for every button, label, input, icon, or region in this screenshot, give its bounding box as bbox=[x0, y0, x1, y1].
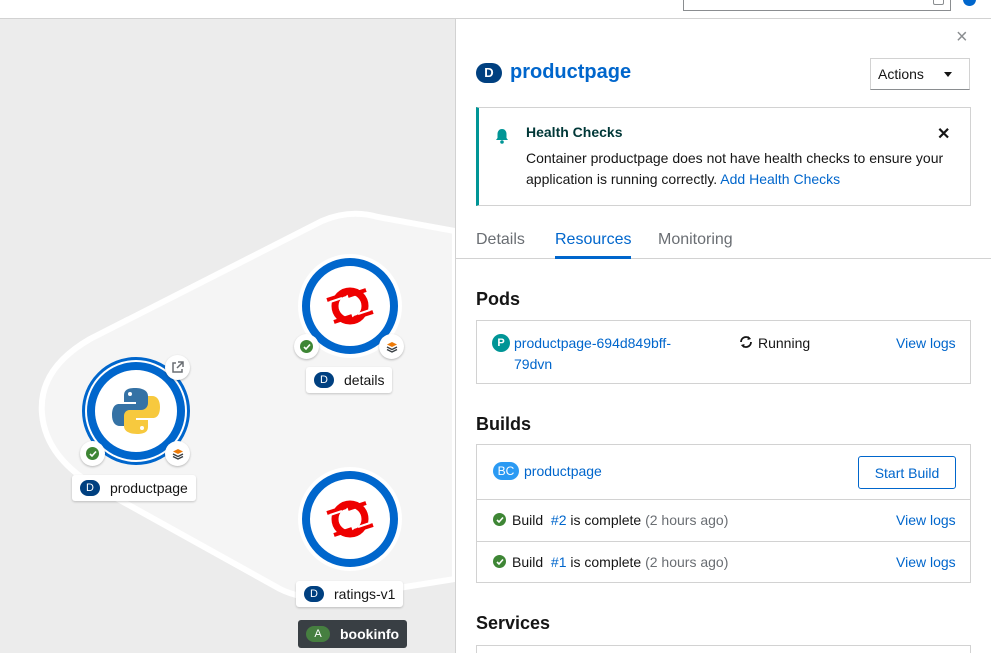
python-icon bbox=[112, 388, 160, 434]
view-logs-link[interactable]: View logs bbox=[896, 333, 956, 354]
services-list bbox=[476, 645, 971, 653]
pod-badge: P bbox=[492, 334, 510, 352]
tab-resources[interactable]: Resources bbox=[555, 231, 632, 259]
node-label-details[interactable]: D details bbox=[306, 367, 393, 393]
alert-title: Health Checks bbox=[526, 124, 623, 140]
table-row: Build #2 is complete (2 hours ago) View … bbox=[477, 499, 970, 542]
search-input[interactable] bbox=[683, 0, 951, 11]
buildconfig-name-link[interactable]: productpage bbox=[524, 463, 602, 479]
build-prefix: Build bbox=[512, 554, 544, 570]
build-status: is complete bbox=[570, 512, 642, 528]
application-badge: A bbox=[306, 626, 330, 642]
health-checks-alert: Health Checks Container productpage does… bbox=[476, 107, 971, 206]
add-health-checks-link[interactable]: Add Health Checks bbox=[720, 171, 840, 187]
close-panel-icon[interactable]: × bbox=[956, 27, 968, 47]
resource-name-link[interactable]: productpage bbox=[510, 61, 631, 84]
bell-icon bbox=[496, 129, 508, 144]
node-label-ratings-v1[interactable]: D ratings-v1 bbox=[296, 581, 404, 607]
actions-label: Actions bbox=[878, 66, 924, 82]
list-item: P productpage-694d849bff- 79dvn Running … bbox=[477, 333, 970, 373]
link-out-icon[interactable] bbox=[165, 355, 190, 380]
build-success-icon[interactable] bbox=[294, 334, 319, 359]
builds-list: BC productpage Start Build Build #2 is c… bbox=[476, 444, 971, 583]
application-name: bookinfo bbox=[340, 626, 400, 642]
deployment-badge: D bbox=[314, 372, 334, 388]
panel-tabs: Details Resources Monitoring bbox=[456, 224, 991, 259]
table-row: Build #1 is complete (2 hours ago) View … bbox=[477, 541, 970, 583]
build-number-link[interactable]: #1 bbox=[551, 554, 567, 570]
build-age: (2 hours ago) bbox=[645, 554, 729, 570]
openshift-icon bbox=[323, 492, 377, 546]
deployment-badge: D bbox=[80, 480, 100, 496]
tab-monitoring[interactable]: Monitoring bbox=[658, 231, 733, 259]
node-name: details bbox=[344, 372, 385, 388]
check-circle-icon bbox=[493, 555, 506, 568]
pods-list: P productpage-694d849bff- 79dvn Running … bbox=[476, 320, 971, 384]
check-circle-icon bbox=[493, 513, 506, 526]
ratings-v1-node[interactable] bbox=[298, 467, 402, 571]
node-name: productpage bbox=[110, 480, 188, 496]
actions-dropdown[interactable]: Actions bbox=[870, 58, 970, 90]
pod-status: Running bbox=[758, 335, 811, 351]
tab-details[interactable]: Details bbox=[476, 231, 525, 259]
list-item: BC productpage Start Build bbox=[477, 445, 970, 500]
alert-body: Container productpage does not have heal… bbox=[526, 148, 956, 190]
help-icon[interactable] bbox=[963, 0, 976, 6]
node-name: ratings-v1 bbox=[334, 586, 396, 602]
deployment-badge: D bbox=[304, 586, 324, 602]
services-heading: Services bbox=[476, 613, 551, 633]
build-prefix: Build bbox=[512, 512, 544, 528]
buildconfig-badge: BC bbox=[493, 462, 519, 480]
masthead bbox=[0, 0, 991, 19]
view-logs-link[interactable]: View logs bbox=[896, 554, 956, 570]
sync-icon bbox=[740, 336, 752, 348]
pod-name-link[interactable]: productpage-694d849bff- 79dvn bbox=[514, 333, 671, 375]
filter-checkbox[interactable] bbox=[933, 0, 944, 5]
view-logs-link[interactable]: View logs bbox=[896, 512, 956, 528]
source-code-icon[interactable] bbox=[379, 334, 404, 359]
build-success-icon[interactable] bbox=[80, 441, 105, 466]
source-code-icon[interactable] bbox=[165, 441, 190, 466]
topology-canvas[interactable]: D productpage D details D ratings-v1 A b… bbox=[0, 19, 455, 653]
pods-heading: Pods bbox=[476, 289, 521, 309]
openshift-icon bbox=[323, 279, 377, 333]
close-icon[interactable]: ✕ bbox=[937, 124, 950, 144]
builds-heading: Builds bbox=[476, 414, 532, 434]
build-number-link[interactable]: #2 bbox=[551, 512, 567, 528]
pod-name-line1: productpage-694d849bff- bbox=[514, 335, 671, 351]
pod-name-line2: 79dvn bbox=[514, 356, 553, 372]
build-status: is complete bbox=[570, 554, 642, 570]
build-age: (2 hours ago) bbox=[645, 512, 729, 528]
panel-title: D productpage bbox=[476, 61, 631, 84]
caret-down-icon bbox=[944, 72, 952, 77]
resource-side-panel: × D productpage Actions Health Checks Co… bbox=[455, 19, 991, 653]
start-build-button[interactable]: Start Build bbox=[858, 456, 956, 489]
build-row-text: Build #2 is complete (2 hours ago) bbox=[512, 512, 728, 528]
node-label-productpage[interactable]: D productpage bbox=[72, 475, 196, 501]
application-group-label[interactable]: A bookinfo bbox=[298, 620, 408, 648]
build-row-text: Build #1 is complete (2 hours ago) bbox=[512, 554, 728, 570]
deployment-badge: D bbox=[476, 62, 502, 83]
